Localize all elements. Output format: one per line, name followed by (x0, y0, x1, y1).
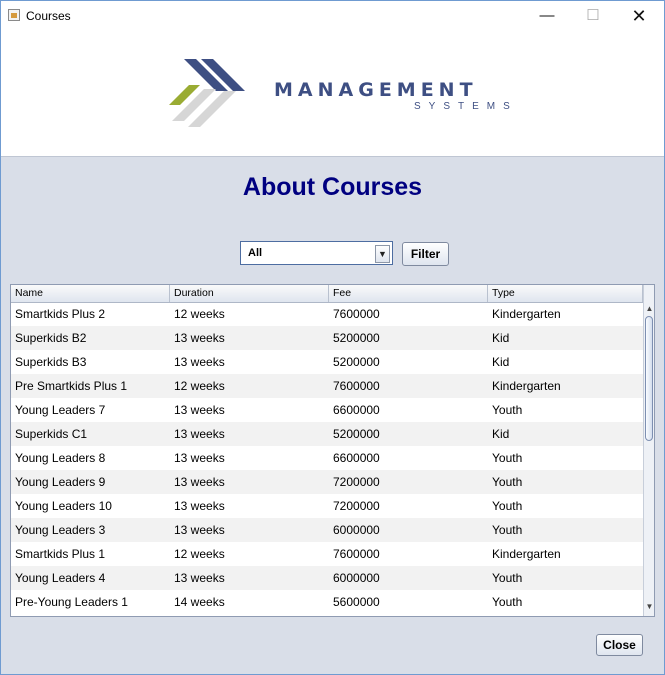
course-name-cell: Young Leaders 10 (15, 499, 112, 513)
course-duration-cell: 13 weeks (174, 523, 225, 537)
course-duration-cell: 13 weeks (174, 403, 225, 417)
course-type-cell: Kindergarten (492, 307, 561, 321)
course-name-cell: Pre-Young Leaders 1 (15, 595, 128, 609)
course-duration-cell: 14 weeks (174, 595, 225, 609)
table-row[interactable]: Young Leaders 4 13 weeks 6000000 Youth (11, 566, 643, 590)
minimize-button[interactable]: — (524, 1, 570, 31)
course-fee-cell: 6600000 (333, 451, 380, 465)
scroll-down-icon[interactable]: ▼ (645, 601, 654, 612)
course-fee-cell: 7200000 (333, 475, 380, 489)
table-row[interactable]: Superkids C1 13 weeks 5200000 Kid (11, 422, 643, 446)
brand-subtitle: SYSTEMS (414, 101, 518, 112)
course-fee-cell: 7600000 (333, 379, 380, 393)
course-duration-cell: 12 weeks (174, 307, 225, 321)
table-row[interactable]: Young Leaders 8 13 weeks 6600000 Youth (11, 446, 643, 470)
maximize-button[interactable]: ☐ (570, 1, 616, 31)
course-type-cell: Youth (492, 595, 523, 609)
course-duration-cell: 12 weeks (174, 379, 225, 393)
course-fee-cell: 7200000 (333, 499, 380, 513)
course-duration-cell: 13 weeks (174, 571, 225, 585)
selected-course-type: All (248, 247, 263, 259)
table-row[interactable]: Young Leaders 3 13 weeks 6000000 Youth (11, 518, 643, 542)
page-title: About Courses (242, 173, 423, 201)
filter-button[interactable]: Filter (402, 242, 449, 266)
course-name-cell: Young Leaders 8 (15, 451, 106, 465)
table-row[interactable]: Young Leaders 10 13 weeks 7200000 Youth (11, 494, 643, 518)
course-fee-cell: 7600000 (333, 307, 380, 321)
table-row[interactable]: Smartkids Plus 1 12 weeks 7600000 Kindergar… (11, 542, 643, 566)
scroll-thumb[interactable] (645, 316, 653, 441)
course-fee-cell: 5200000 (333, 427, 380, 441)
course-name-cell: Young Leaders 3 (15, 523, 106, 537)
close-button[interactable]: Close (596, 634, 643, 656)
window-title: Courses (26, 9, 71, 23)
title-bar[interactable]: Courses — ☐ ✕ (1, 1, 664, 31)
course-fee-cell: 5600000 (333, 595, 380, 609)
course-fee-cell: 5200000 (333, 331, 380, 345)
courses-table: Name Duration Fee Type Smartkids Plus 2 1… (10, 284, 655, 617)
course-duration-cell: 13 weeks (174, 331, 225, 345)
table-row[interactable]: Pre-Young Leaders 1 14 weeks 5600000 Youth (11, 590, 643, 614)
course-type-cell: Youth (492, 499, 523, 513)
course-name-cell: Superkids C1 (15, 427, 88, 441)
course-name-cell: Smartkids Plus 1 (15, 547, 106, 561)
course-name-cell: Superkids B2 (15, 331, 87, 345)
course-type-cell: Kindergarten (492, 379, 561, 393)
course-name-cell: Young Leaders 7 (15, 403, 106, 417)
course-fee-cell: 7600000 (333, 547, 380, 561)
course-fee-cell: 6000000 (333, 571, 380, 585)
course-type-cell: Youth (492, 451, 523, 465)
table-row[interactable]: Superkids B2 13 weeks 5200000 Kid (11, 326, 643, 350)
courses-window: Courses — ☐ ✕ MANAGEMENT SYSTEMS About C… (0, 0, 665, 675)
logo-banner: MANAGEMENT SYSTEMS (1, 31, 664, 157)
table-body: Smartkids Plus 2 12 weeks 7600000 Kindergar… (11, 302, 643, 616)
course-name-cell: Pre Smartkids Plus 1 (15, 379, 128, 393)
course-duration-cell: 13 weeks (174, 475, 225, 489)
course-name-cell: Young Leaders 4 (15, 571, 106, 585)
course-name-cell: Young Leaders 9 (15, 475, 106, 489)
management-systems-logo-icon (169, 59, 245, 127)
table-row[interactable]: Young Leaders 7 13 weeks 6600000 Youth (11, 398, 643, 422)
course-type-select[interactable]: All ▼ (240, 241, 393, 265)
column-header-duration[interactable]: Duration (170, 285, 329, 302)
column-header-name[interactable]: Name (11, 285, 170, 302)
course-type-cell: Kid (492, 331, 510, 345)
course-type-cell: Youth (492, 475, 523, 489)
table-row[interactable]: Young Leaders 9 13 weeks 7200000 Youth (11, 470, 643, 494)
course-name-cell: Smartkids Plus 2 (15, 307, 106, 321)
close-window-button[interactable]: ✕ (616, 1, 662, 31)
course-duration-cell: 13 weeks (174, 499, 225, 513)
table-row[interactable]: Superkids B3 13 weeks 5200000 Kid (11, 350, 643, 374)
course-duration-cell: 13 weeks (174, 427, 225, 441)
course-fee-cell: 5200000 (333, 355, 380, 369)
table-row[interactable]: Pre Smartkids Plus 1 12 weeks 7600000 Kinde… (11, 374, 643, 398)
table-header: Name Duration Fee Type (11, 285, 643, 303)
course-fee-cell: 6000000 (333, 523, 380, 537)
course-type-cell: Youth (492, 571, 523, 585)
chevron-down-icon[interactable]: ▼ (375, 245, 390, 263)
java-app-icon (8, 9, 20, 21)
course-type-cell: Kindergarten (492, 547, 561, 561)
brand-name: MANAGEMENT (274, 79, 478, 101)
scroll-up-icon[interactable]: ▲ (645, 303, 654, 314)
column-header-type[interactable]: Type (488, 285, 643, 302)
column-header-fee[interactable]: Fee (329, 285, 488, 302)
course-type-cell: Kid (492, 427, 510, 441)
course-duration-cell: 13 weeks (174, 451, 225, 465)
course-duration-cell: 12 weeks (174, 547, 225, 561)
course-duration-cell: 13 weeks (174, 355, 225, 369)
course-fee-cell: 6600000 (333, 403, 380, 417)
table-row[interactable]: Smartkids Plus 2 12 weeks 7600000 Kindergar… (11, 302, 643, 326)
course-type-cell: Youth (492, 523, 523, 537)
course-name-cell: Superkids B3 (15, 355, 87, 369)
course-type-cell: Youth (492, 403, 523, 417)
course-type-cell: Kid (492, 355, 510, 369)
vertical-scrollbar[interactable]: ▲ ▼ (643, 285, 654, 616)
